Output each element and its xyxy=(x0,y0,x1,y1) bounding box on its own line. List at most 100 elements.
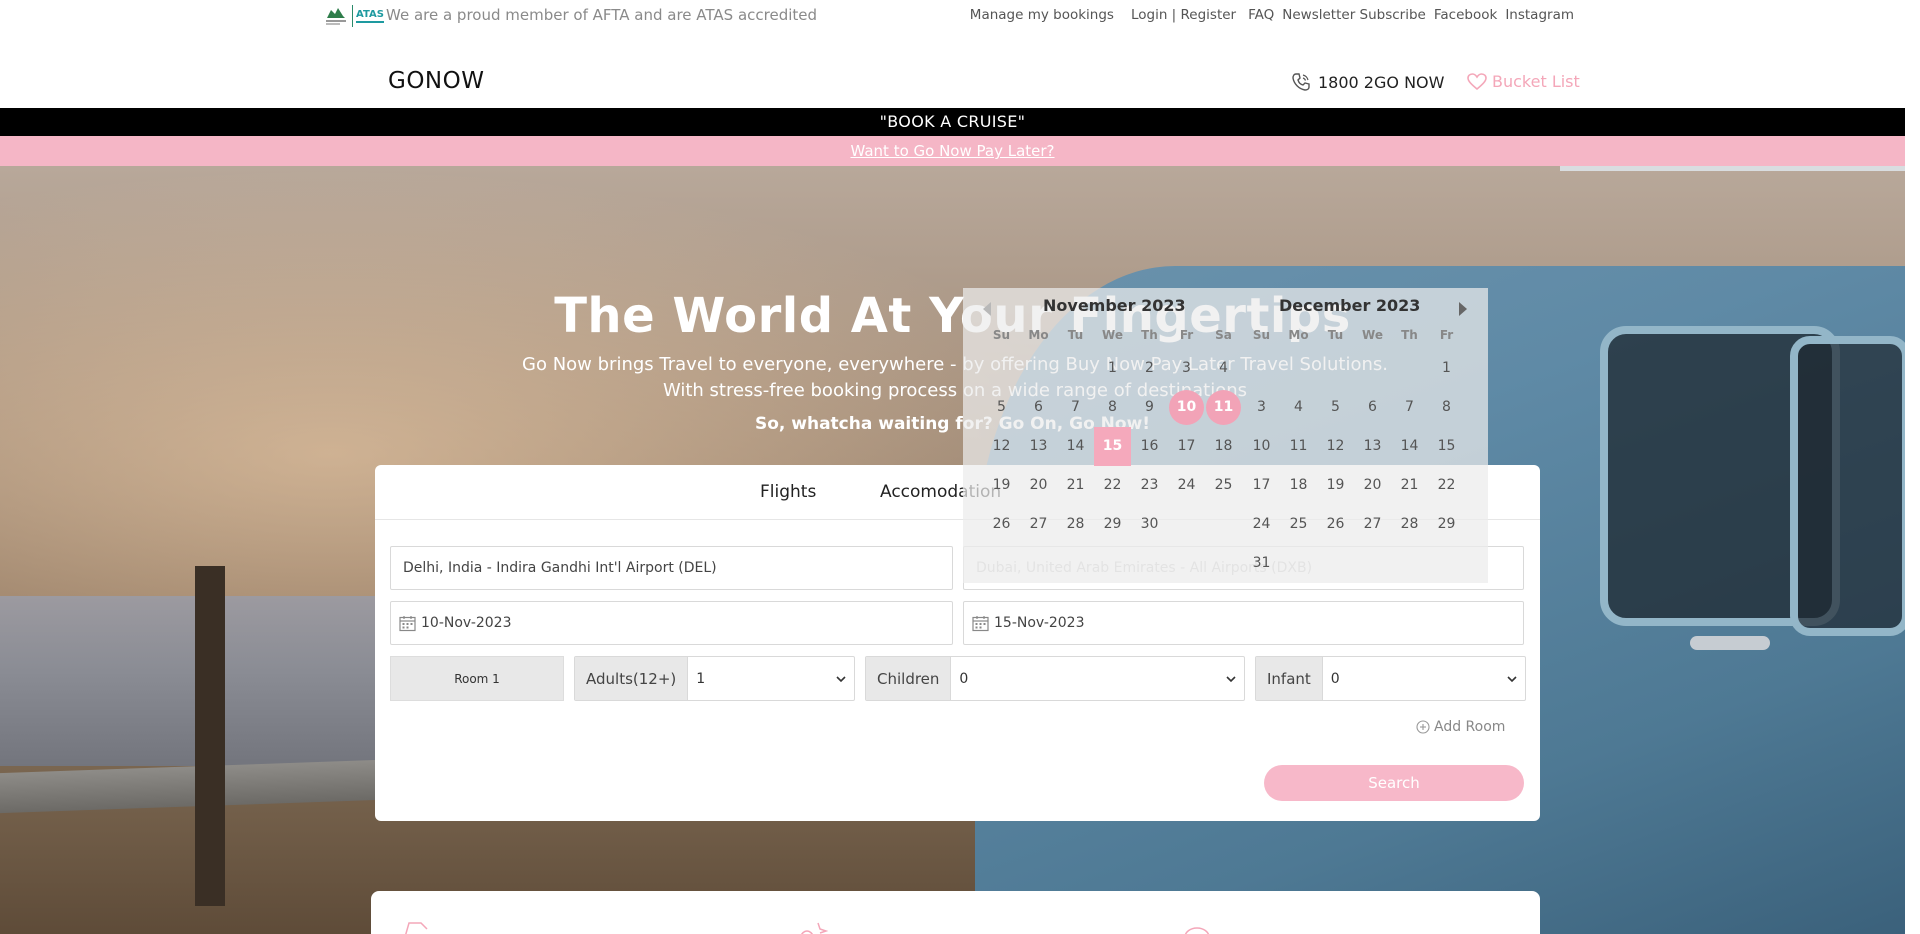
calendar-day[interactable]: 3 xyxy=(1168,349,1205,388)
calendar-day[interactable]: 26 xyxy=(983,505,1020,544)
afta-logo-icon xyxy=(323,4,349,28)
calendar-day[interactable]: 14 xyxy=(1057,427,1094,466)
phone-contact[interactable]: 1800 2GO NOW xyxy=(1291,72,1444,92)
calendar-empty-cell xyxy=(1205,505,1242,544)
calendar-day[interactable]: 21 xyxy=(1057,466,1094,505)
calendar-day[interactable]: 17 xyxy=(1243,466,1280,505)
calendar-day[interactable]: 16 xyxy=(1131,427,1168,466)
faq-link[interactable]: FAQ xyxy=(1248,7,1274,23)
calendar-day[interactable]: 1 xyxy=(1428,349,1465,388)
calendar-day[interactable]: 26 xyxy=(1317,505,1354,544)
calendar-day[interactable]: 20 xyxy=(1020,466,1057,505)
calendar-day[interactable]: 24 xyxy=(1243,505,1280,544)
calendar-day[interactable]: 30 xyxy=(1131,505,1168,544)
pay-later-link[interactable]: Want to Go Now Pay Later? xyxy=(850,142,1054,160)
login-register-link[interactable]: Login | Register xyxy=(1131,7,1236,23)
calendar-day[interactable]: 7 xyxy=(1391,388,1428,427)
prev-month-arrow-icon[interactable] xyxy=(983,302,991,316)
calendar-day[interactable]: 19 xyxy=(983,466,1020,505)
calendar-day[interactable]: 13 xyxy=(1020,427,1057,466)
room-label: Room 1 xyxy=(390,656,564,701)
calendar-day[interactable]: 8 xyxy=(1094,388,1131,427)
calendar-day[interactable]: 8 xyxy=(1428,388,1465,427)
calendar-day[interactable]: 7 xyxy=(1057,388,1094,427)
calendar-day-number: 23 xyxy=(1140,477,1159,493)
calendar-empty-cell xyxy=(1243,349,1280,388)
calendar-day[interactable]: 13 xyxy=(1354,427,1391,466)
calendar-day[interactable]: 5 xyxy=(1317,388,1354,427)
calendar-day[interactable]: 28 xyxy=(1391,505,1428,544)
return-date-input[interactable]: 15-Nov-2023 xyxy=(963,601,1524,645)
instagram-link[interactable]: Instagram xyxy=(1505,7,1574,23)
calendar-week-row: 12 13 14 15 16 17 18 xyxy=(983,427,1242,466)
calendar-day[interactable]: 22 xyxy=(1428,466,1465,505)
bucket-list-link[interactable]: Bucket List xyxy=(1467,72,1580,91)
calendar-day[interactable]: 11 xyxy=(1280,427,1317,466)
calendar-day[interactable]: 12 xyxy=(983,427,1020,466)
from-airport-input[interactable]: Delhi, India - Indira Gandhi Int'l Airpo… xyxy=(390,546,953,590)
site-header: GONOW 1800 2GO NOW Bucket List xyxy=(0,32,1905,108)
next-month-arrow-icon[interactable] xyxy=(1459,302,1467,316)
hero-van-window-rear xyxy=(1790,336,1905,636)
calendar-day[interactable]: 18 xyxy=(1205,427,1242,466)
calendar-day[interactable]: 5 xyxy=(983,388,1020,427)
calendar-day[interactable]: 25 xyxy=(1280,505,1317,544)
weekday-header: Mo xyxy=(1288,328,1309,342)
weekday-header: Su xyxy=(992,328,1011,342)
calendar-day[interactable]: 2 xyxy=(1131,349,1168,388)
calendar-day[interactable]: 17 xyxy=(1168,427,1205,466)
calendar-day[interactable]: 4 xyxy=(1280,388,1317,427)
calendar-day-number: 21 xyxy=(1066,477,1085,493)
newsletter-link[interactable]: Newsletter Subscribe xyxy=(1282,7,1426,23)
calendar-day[interactable]: 19 xyxy=(1317,466,1354,505)
calendar-day-number: 4 xyxy=(1294,399,1303,415)
calendar-day[interactable]: 24 xyxy=(1168,466,1205,505)
adults-group: Adults(12+) 1 xyxy=(574,656,855,701)
calendar-day[interactable]: 6 xyxy=(1020,388,1057,427)
search-button[interactable]: Search xyxy=(1264,765,1524,801)
calendar-day[interactable]: 29 xyxy=(1094,505,1131,544)
heart-icon xyxy=(1467,72,1487,90)
add-room-button[interactable]: Add Room xyxy=(1416,719,1505,735)
site-logo[interactable]: GONOW xyxy=(388,68,484,94)
calendar-day[interactable]: 22 xyxy=(1094,466,1131,505)
calendar-day[interactable]: 18 xyxy=(1280,466,1317,505)
calendar-day[interactable]: 29 xyxy=(1428,505,1465,544)
calendar-day[interactable]: 21 xyxy=(1391,466,1428,505)
manage-bookings-link[interactable]: Manage my bookings xyxy=(970,7,1114,23)
calendar-week-row: 1 2 3 4 xyxy=(983,349,1242,388)
calendar-day-number: 15 xyxy=(1437,438,1456,454)
calendar-day[interactable]: 1 xyxy=(1094,349,1131,388)
depart-date-input[interactable]: 10-Nov-2023 xyxy=(390,601,953,645)
book-cruise-banner[interactable]: "BOOK A CRUISE" xyxy=(0,108,1905,136)
room-row: Room 1 Adults(12+) 1 Children 0 Infant 0 xyxy=(390,656,1526,701)
calendar-day[interactable]: 10 xyxy=(1168,388,1205,427)
calendar-day-number: 21 xyxy=(1400,477,1419,493)
calendar-day[interactable]: 3 xyxy=(1243,388,1280,427)
infant-select[interactable]: 0 xyxy=(1323,657,1525,700)
facebook-link[interactable]: Facebook xyxy=(1434,7,1497,23)
adults-select[interactable]: 1 xyxy=(688,657,854,700)
calendar-day[interactable]: 23 xyxy=(1131,466,1168,505)
calendar-day[interactable]: 28 xyxy=(1057,505,1094,544)
calendar-day[interactable]: 25 xyxy=(1205,466,1242,505)
calendar-day[interactable]: 20 xyxy=(1354,466,1391,505)
calendar-day[interactable]: 11 xyxy=(1205,388,1242,427)
calendar-day[interactable]: 6 xyxy=(1354,388,1391,427)
calendar-day[interactable]: 15 xyxy=(1094,427,1131,466)
calendar-day[interactable]: 12 xyxy=(1317,427,1354,466)
calendar-day[interactable]: 14 xyxy=(1391,427,1428,466)
calendar-day[interactable]: 27 xyxy=(1354,505,1391,544)
adults-value: 1 xyxy=(696,670,706,687)
calendar-day[interactable]: 31 xyxy=(1243,544,1280,583)
children-select[interactable]: 0 xyxy=(951,657,1244,700)
calendar-day[interactable]: 10 xyxy=(1243,427,1280,466)
calendar-day[interactable]: 27 xyxy=(1020,505,1057,544)
calendar-week-row: 10 11 12 13 14 15 xyxy=(1243,427,1465,466)
top-utility-bar: ATAS We are a proud member of AFTA and a… xyxy=(0,0,1905,32)
atas-logo: ATAS xyxy=(356,9,384,23)
calendar-day[interactable]: 4 xyxy=(1205,349,1242,388)
calendar-day[interactable]: 15 xyxy=(1428,427,1465,466)
calendar-day[interactable]: 9 xyxy=(1131,388,1168,427)
tab-flights[interactable]: Flights xyxy=(760,482,816,502)
